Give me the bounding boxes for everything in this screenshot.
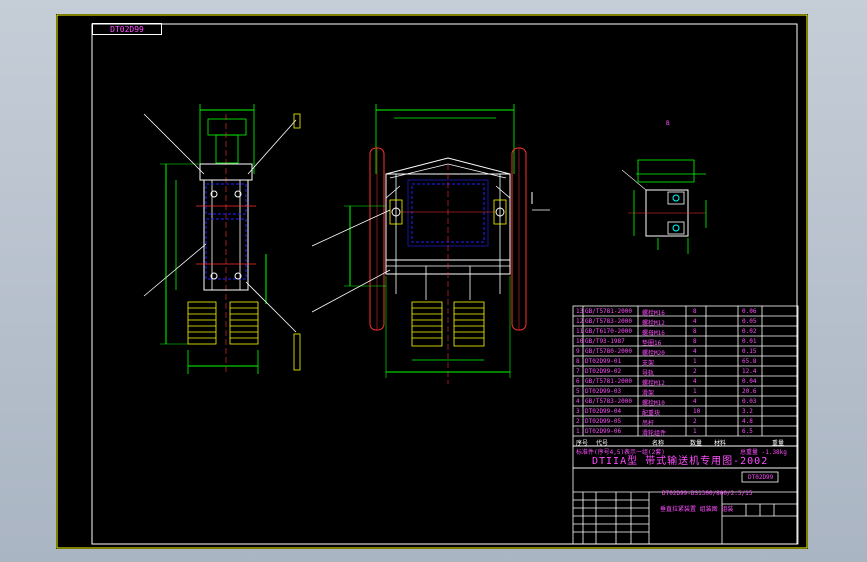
bom-cell-qty: 4 bbox=[693, 398, 697, 405]
bom-cell-no: 6 bbox=[576, 378, 580, 385]
bom-cell-no: 13 bbox=[576, 308, 584, 315]
bom-cell-no: 10 bbox=[576, 338, 584, 345]
bom-cell-qty: 10 bbox=[693, 408, 701, 415]
bom-cell-weight: 12.4 bbox=[742, 368, 757, 375]
bom-cell-no: 4 bbox=[576, 398, 580, 405]
bom-cell-qty: 4 bbox=[693, 318, 697, 325]
detail-view bbox=[621, 159, 707, 254]
side-view bbox=[143, 104, 301, 374]
front-view bbox=[311, 104, 550, 384]
bom-cell-qty: 4 bbox=[693, 378, 697, 385]
bom-cell-name: 滑架 bbox=[642, 390, 655, 397]
bom-cell-weight: 20.6 bbox=[742, 388, 757, 395]
view-label: B bbox=[666, 120, 670, 127]
bom-cell-no: 1 bbox=[576, 428, 580, 435]
bom-cell-qty: 1 bbox=[693, 428, 697, 435]
bom-cell-qty: 2 bbox=[693, 368, 697, 375]
bom-cell-no: 5 bbox=[576, 388, 580, 395]
bom-header-no: 序号 bbox=[576, 440, 589, 447]
bom-cell-name: 支架 bbox=[642, 360, 655, 367]
bom-cell-code: GB/T5780-2000 bbox=[585, 348, 632, 355]
bom-cell-weight: 0.02 bbox=[742, 328, 757, 335]
bom-cell-weight: 0.15 bbox=[742, 348, 757, 355]
bom-cell-weight: 0.05 bbox=[742, 318, 757, 325]
bom-header-code: 代号 bbox=[596, 440, 609, 447]
bom-cell-no: 12 bbox=[576, 318, 584, 325]
bom-cell-name: 螺栓M12 bbox=[642, 380, 665, 387]
bom-cell-weight: 65.8 bbox=[742, 358, 757, 365]
code-box: DT02D99 bbox=[748, 474, 774, 481]
bom-cell-weight: 3.2 bbox=[742, 408, 753, 415]
bom-cell-code: DT02D99-02 bbox=[585, 368, 622, 375]
bom-cell-no: 8 bbox=[576, 358, 580, 365]
bom-cell-weight: 0.04 bbox=[742, 378, 757, 385]
bom-cell-qty: 8 bbox=[693, 338, 697, 345]
cad-drawing bbox=[56, 14, 808, 549]
bom-cell-name: 配重块 bbox=[642, 410, 661, 417]
bom-cell-qty: 8 bbox=[693, 308, 697, 315]
bom-cell-code: GB/T6170-2000 bbox=[585, 328, 632, 335]
bom-cell-weight: 0.06 bbox=[742, 308, 757, 315]
bom-cell-name: 螺栓M16 bbox=[642, 310, 665, 317]
bom-header-weight: 重量 bbox=[772, 440, 785, 447]
bom-cell-code: GB/T5783-2000 bbox=[585, 318, 632, 325]
product-name: 垂直拉紧装置 组装图 组装 bbox=[660, 506, 734, 513]
bom-cell-name: 螺栓M10 bbox=[642, 400, 665, 407]
bom-cell-qty: 1 bbox=[693, 358, 697, 365]
bom-table bbox=[572, 305, 799, 447]
bom-cell-weight: 0.03 bbox=[742, 398, 757, 405]
bom-cell-qty: 4 bbox=[693, 348, 697, 355]
bom-cell-weight: 0.01 bbox=[742, 338, 757, 345]
bom-cell-name: 导轨 bbox=[642, 370, 655, 377]
bom-header-qty: 数量 bbox=[690, 440, 703, 447]
bom-cell-code: DT02D99-05 bbox=[585, 418, 622, 425]
bom-cell-code: DT02D99-01 bbox=[585, 358, 622, 365]
bom-header-material: 材料 bbox=[714, 440, 727, 447]
bom-cell-code: DT02D99-03 bbox=[585, 388, 622, 395]
product-code: DT02D99-DS1300/800/2.5/15 bbox=[662, 490, 753, 497]
bom-cell-code: GB/T5781-2000 bbox=[585, 378, 632, 385]
bom-cell-no: 2 bbox=[576, 418, 580, 425]
main-title: DTIIA型 带式输送机专用图-2002 bbox=[592, 456, 769, 467]
bom-cell-qty: 2 bbox=[693, 418, 697, 425]
bom-cell-name: 垫圈16 bbox=[642, 340, 662, 347]
bom-cell-qty: 8 bbox=[693, 328, 697, 335]
app-viewport: DT02D99 B 13 GB/T5781-2000 螺栓M16 8 0.06 … bbox=[0, 0, 867, 562]
bom-cell-weight: 6.5 bbox=[742, 428, 753, 435]
bom-cell-code: GB/T5783-2000 bbox=[585, 398, 632, 405]
bom-cell-weight: 4.8 bbox=[742, 418, 753, 425]
bom-cell-no: 9 bbox=[576, 348, 580, 355]
bom-cell-code: DT02D99-04 bbox=[585, 408, 622, 415]
bom-cell-name: 吊杆 bbox=[642, 420, 655, 427]
bom-header-name: 名称 bbox=[652, 440, 665, 447]
bom-cell-name: 螺栓M20 bbox=[642, 350, 665, 357]
bom-cell-no: 7 bbox=[576, 368, 580, 375]
bom-cell-name: 滑轮组件 bbox=[642, 430, 667, 437]
bom-cell-name: 螺栓M12 bbox=[642, 320, 665, 327]
bom-cell-qty: 1 bbox=[693, 388, 697, 395]
bom-cell-name: 螺母M16 bbox=[642, 330, 665, 337]
drawing-canvas[interactable]: DT02D99 B 13 GB/T5781-2000 螺栓M16 8 0.06 … bbox=[56, 14, 808, 549]
bom-cell-code: GB/T5781-2000 bbox=[585, 308, 632, 315]
bom-cell-no: 11 bbox=[576, 328, 584, 335]
bom-cell-code: GB/T93-1987 bbox=[585, 338, 625, 345]
bom-cell-no: 3 bbox=[576, 408, 580, 415]
bom-cell-code: DT02D99-06 bbox=[585, 428, 622, 435]
